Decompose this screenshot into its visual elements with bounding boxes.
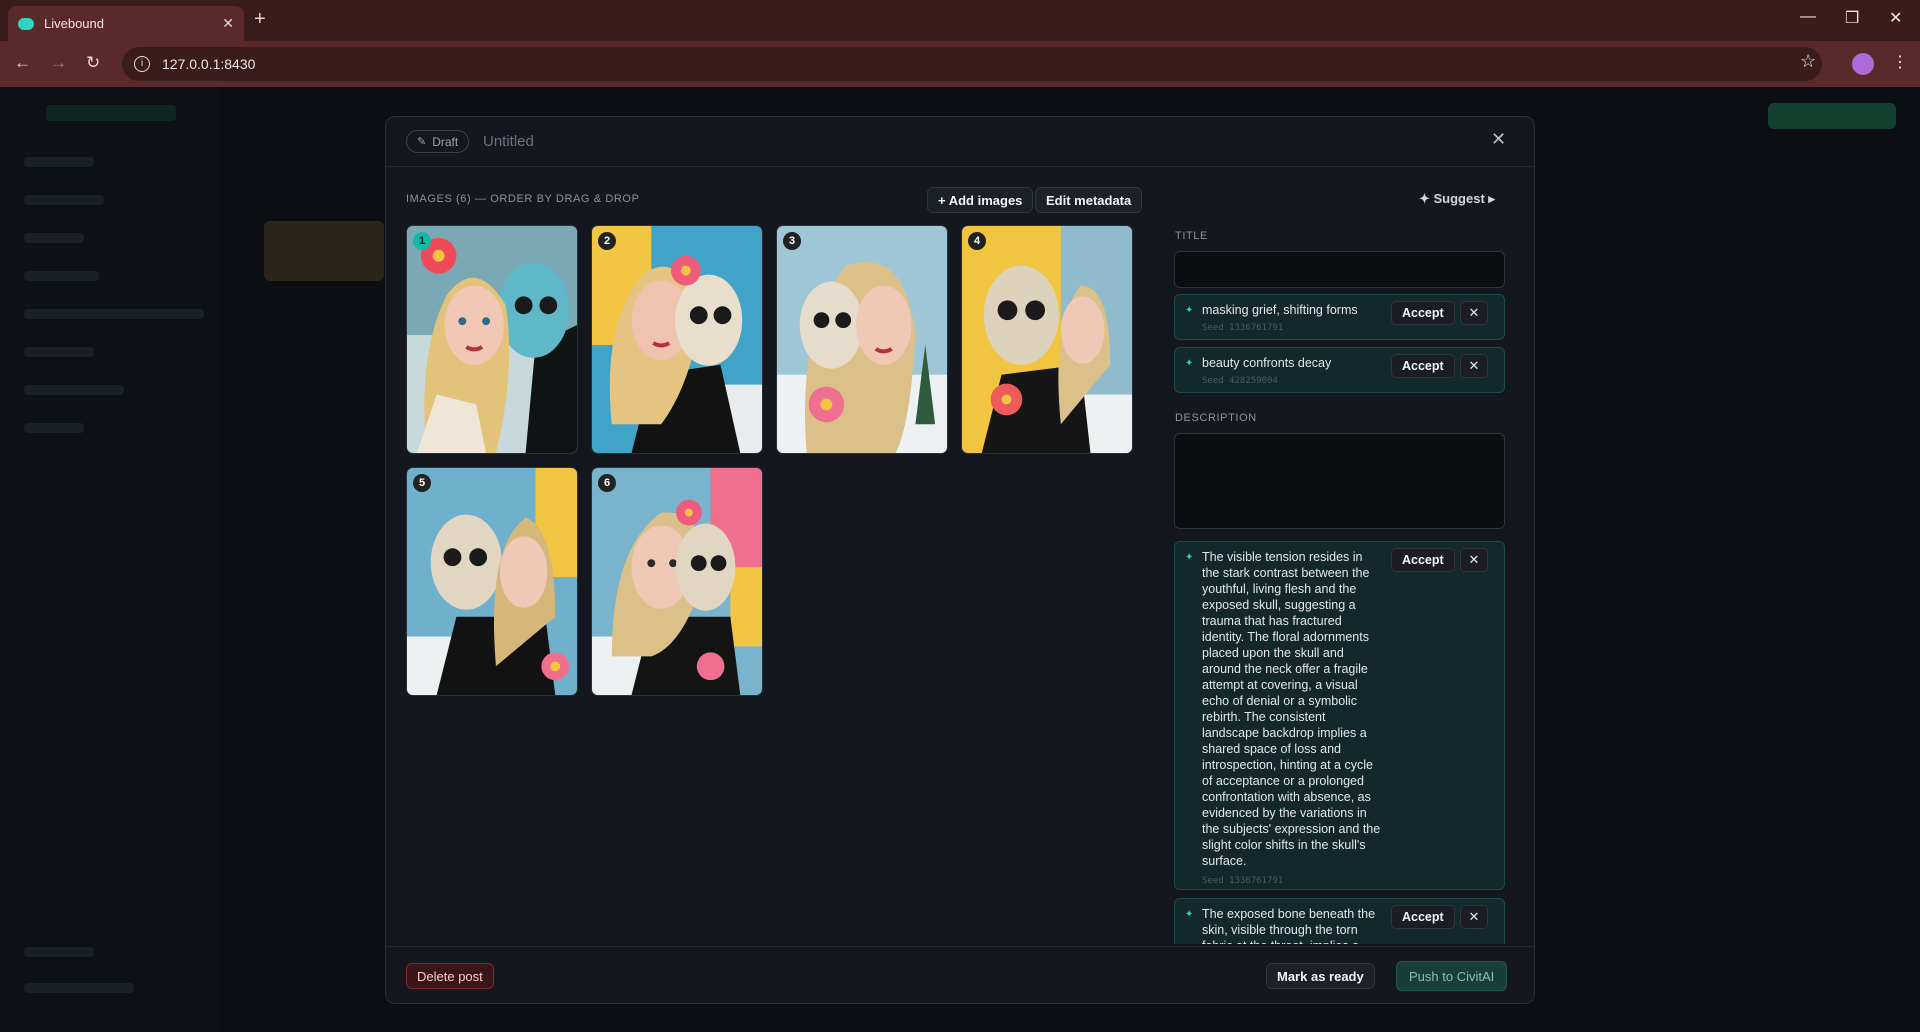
app-logo [46, 105, 176, 121]
sidebar-placeholder [24, 309, 204, 319]
image-order-badge: 4 [968, 232, 986, 250]
description-suggestion: ✦ The exposed bone beneath the skin, vis… [1174, 898, 1505, 944]
sparkle-icon: ✦ [1185, 552, 1194, 563]
browser-toolbar: ← → ↻ i 127.0.0.1:8430 ☆ ⋮ [0, 41, 1920, 87]
sidebar-placeholder [24, 983, 134, 993]
accept-button[interactable]: Accept [1391, 354, 1455, 378]
portrait-image [592, 226, 762, 453]
app-sidebar [0, 87, 220, 1032]
sidebar-placeholder [24, 157, 94, 167]
favicon-icon [18, 17, 34, 30]
title-suggestion: ✦ masking grief, shifting forms Seed 133… [1174, 294, 1505, 340]
push-to-civitai-button[interactable]: Push to CivitAI [1396, 961, 1508, 991]
profile-avatar[interactable] [1852, 53, 1874, 75]
accept-button[interactable]: Accept [1391, 301, 1455, 325]
title-input[interactable] [1174, 251, 1505, 288]
reload-icon[interactable]: ↻ [86, 53, 100, 73]
browser-tab-bar: Livebound ✕ + — ❐ ✕ [0, 0, 1920, 41]
image-order-badge: 5 [413, 474, 431, 492]
suggestion-text: The visible tension resides in the stark… [1202, 550, 1381, 868]
restore-icon[interactable]: ❐ [1845, 8, 1859, 28]
description-suggestion: ✦ The visible tension resides in the sta… [1174, 541, 1505, 890]
suggestion-text: masking grief, shifting forms [1202, 303, 1358, 317]
sparkle-icon: ✦ [1185, 909, 1194, 920]
tab-close-icon[interactable]: ✕ [222, 15, 234, 32]
delete-post-button[interactable]: Delete post [406, 963, 494, 989]
address-bar[interactable]: i 127.0.0.1:8430 [122, 47, 1822, 81]
suggestion-seed: Seed 428259004 [1202, 376, 1278, 386]
sidebar-placeholder [24, 423, 84, 433]
accept-button[interactable]: Accept [1391, 548, 1455, 572]
status-badge: ✎ Draft [406, 130, 470, 153]
minimize-icon[interactable]: — [1800, 8, 1816, 26]
image-order-badge: 6 [598, 474, 616, 492]
post-title[interactable]: Untitled [483, 133, 534, 150]
status-label: Draft [432, 134, 459, 149]
portrait-image [407, 468, 577, 695]
sparkle-icon: ✦ [1185, 358, 1194, 369]
portrait-image [407, 226, 577, 453]
suggest-button[interactable]: ✦ Suggest ▸ [1419, 191, 1495, 207]
description-textarea[interactable] [1174, 433, 1505, 529]
sidebar-placeholder [24, 385, 124, 395]
url-text: 127.0.0.1:8430 [162, 56, 256, 72]
browser-tab[interactable]: Livebound ✕ [8, 6, 244, 41]
mark-ready-button[interactable]: Mark as ready [1266, 963, 1375, 989]
accept-button[interactable]: Accept [1391, 905, 1455, 929]
suggestion-text: The exposed bone beneath the skin, visib… [1202, 907, 1376, 944]
reject-icon[interactable]: ✕ [1460, 905, 1488, 929]
sidebar-placeholder [24, 347, 94, 357]
new-tab-button[interactable]: + [254, 8, 266, 31]
image-tile[interactable]: 6 [591, 467, 763, 696]
image-order-badge: 2 [598, 232, 616, 250]
site-info-icon[interactable]: i [134, 56, 150, 72]
background-action-button [1768, 103, 1896, 129]
modal-header: ✎ Draft Untitled ✕ [386, 117, 1534, 167]
add-images-button[interactable]: + Add images [927, 187, 1034, 213]
portrait-image [592, 468, 762, 695]
suggestion-seed: Seed 1336761791 [1202, 323, 1284, 333]
suggestion-seed: Seed 1336761791 [1202, 876, 1284, 886]
reject-icon[interactable]: ✕ [1460, 354, 1488, 378]
modal-close-icon[interactable]: ✕ [1491, 129, 1506, 150]
image-tile[interactable]: 1 [406, 225, 578, 454]
sidebar-placeholder [24, 233, 84, 243]
portrait-image [777, 226, 947, 453]
window-close-icon[interactable]: ✕ [1889, 8, 1902, 28]
image-tile[interactable]: 4 [961, 225, 1133, 454]
background-thumbnail [264, 221, 384, 281]
title-suggestion: ✦ beauty confronts decay Seed 428259004 … [1174, 347, 1505, 393]
tab-title: Livebound [44, 16, 104, 31]
image-tile[interactable]: 5 [406, 467, 578, 696]
sidebar-placeholder [24, 195, 104, 205]
footer-mask: Delete post Mark as ready Push to CivitA… [386, 946, 1534, 1003]
image-order-badge: 1 [413, 232, 431, 250]
suggestion-text: beauty confronts decay [1202, 356, 1332, 370]
title-field-label: TITLE [1175, 230, 1208, 242]
image-tile[interactable]: 2 [591, 225, 763, 454]
description-field-label: DESCRIPTION [1175, 412, 1257, 424]
edit-metadata-button[interactable]: Edit metadata [1035, 187, 1143, 213]
image-order-badge: 3 [783, 232, 801, 250]
browser-menu-icon[interactable]: ⋮ [1892, 52, 1908, 72]
sidebar-placeholder [24, 947, 94, 957]
pencil-icon: ✎ [417, 136, 427, 148]
sidebar-placeholder [24, 271, 99, 281]
back-icon[interactable]: ← [14, 53, 31, 73]
sparkle-icon: ✦ [1185, 305, 1194, 316]
image-tile[interactable]: 3 [776, 225, 948, 454]
reject-icon[interactable]: ✕ [1460, 301, 1488, 325]
images-section-label: IMAGES (6) — ORDER BY DRAG & DROP [406, 193, 640, 205]
reject-icon[interactable]: ✕ [1460, 548, 1488, 572]
bookmark-star-icon[interactable]: ☆ [1800, 51, 1816, 72]
portrait-image [962, 226, 1132, 453]
forward-icon[interactable]: → [50, 53, 67, 73]
